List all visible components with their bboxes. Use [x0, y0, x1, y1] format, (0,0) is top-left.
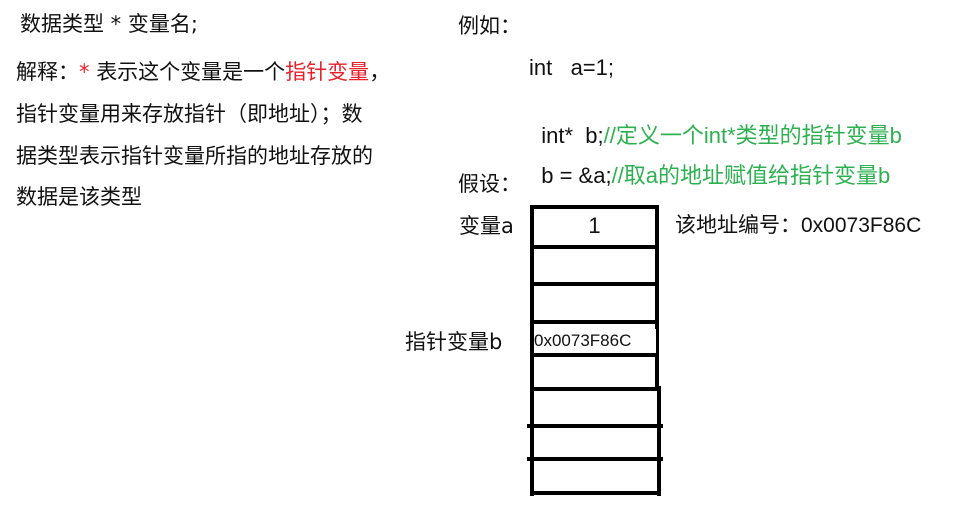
explanation-line-2: 指针变量用来存放指针（即地址）；数: [16, 102, 363, 126]
address-note: 该地址编号：0x0073F86C: [675, 214, 922, 237]
pointer-syntax: 数据类型 * 变量名;: [20, 12, 198, 36]
memory-cell-b-value: 0x0073F86C: [534, 329, 656, 353]
memory-cell-divider: [530, 245, 659, 249]
memory-right-border-top: [655, 205, 659, 388]
memory-cell-divider: [527, 457, 663, 461]
explanation-label: 解释：: [16, 60, 79, 84]
memory-cell-divider: [530, 387, 661, 391]
code-line-3: b = &a;//取a的地址赋值给指针变量b: [529, 134, 890, 190]
comma: ，: [369, 60, 391, 84]
pointer-variable-highlight: 指针变量: [285, 60, 370, 84]
memory-cell-divider: [530, 205, 659, 209]
memory-cell-divider: [530, 320, 659, 324]
memory-cell-divider: [530, 282, 659, 286]
pointer-b-label: 指针变量b: [405, 330, 503, 354]
memory-cell-a-value: 1: [588, 213, 601, 238]
code-line-1: int a=1;: [529, 55, 615, 80]
explanation-line-3: 据类型表示指针变量所指的地址存放的: [16, 144, 373, 168]
memory-cell-divider: [530, 491, 661, 495]
explanation-line-1: 解释：* 表示这个变量是一个指针变量，: [16, 58, 390, 86]
assume-heading: 假设：: [458, 172, 521, 196]
example-heading: 例如：: [458, 14, 521, 38]
explanation-line-4: 数据是该类型: [16, 185, 142, 209]
code: b = &a;: [541, 163, 612, 188]
explanation-text: 表示这个变量是一个: [96, 60, 286, 84]
code-comment: //取a的地址赋值给指针变量b: [611, 163, 891, 188]
variable-a-label: 变量a: [459, 214, 514, 238]
memory-cell-divider: [530, 353, 659, 357]
memory-right-border-bottom: [657, 386, 661, 496]
memory-cell-divider: [527, 424, 663, 428]
asterisk-symbol: *: [79, 60, 97, 84]
